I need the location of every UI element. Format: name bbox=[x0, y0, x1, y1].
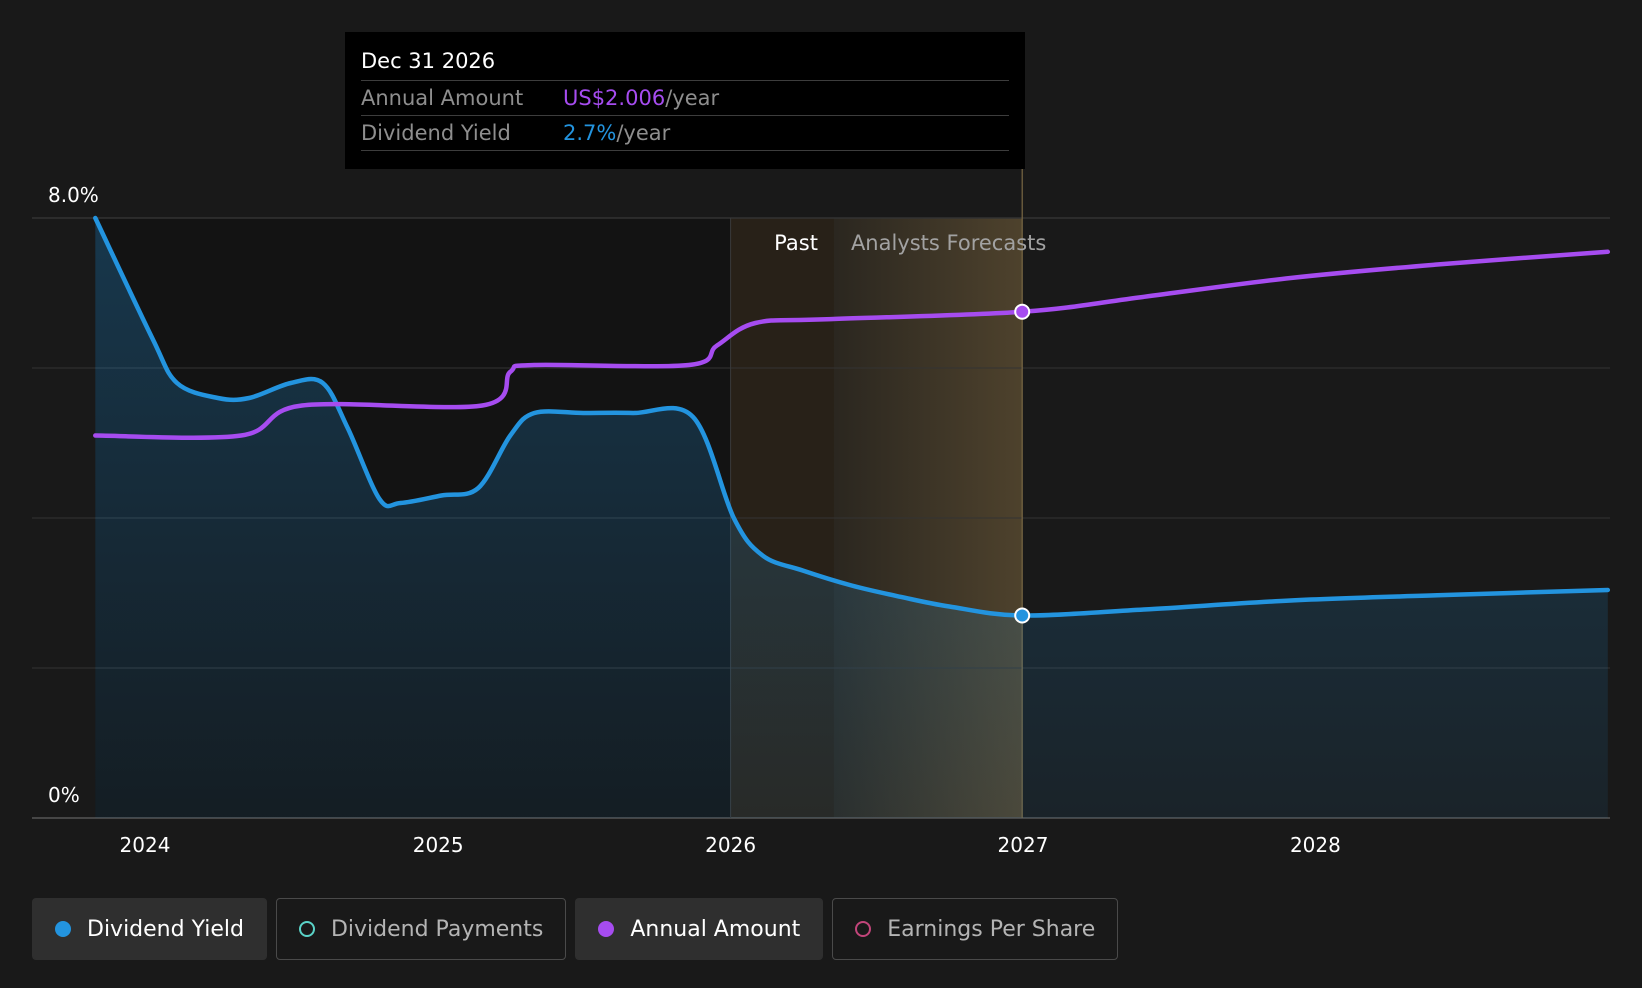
tooltip-date: Dec 31 2026 bbox=[361, 46, 1009, 81]
tooltip-label: Annual Amount bbox=[361, 86, 524, 110]
legend-earnings-per-share[interactable]: Earnings Per Share bbox=[832, 898, 1119, 960]
x-tick-label: 2024 bbox=[120, 833, 171, 857]
legend-label: Earnings Per Share bbox=[887, 916, 1096, 942]
tooltip-label: Dividend Yield bbox=[361, 121, 511, 145]
x-tick-label: 2028 bbox=[1290, 833, 1341, 857]
x-tick-label: 2025 bbox=[413, 833, 464, 857]
legend-annual-amount[interactable]: Annual Amount bbox=[575, 898, 824, 960]
x-tick-label: 2027 bbox=[998, 833, 1049, 857]
past-label: Past bbox=[774, 231, 818, 255]
tooltip-value: 2.7% bbox=[563, 121, 617, 145]
tooltip: Dec 31 2026 Annual Amount US$2.006 /year… bbox=[345, 32, 1025, 169]
legend-dividend-payments[interactable]: Dividend Payments bbox=[275, 898, 567, 960]
tooltip-row-dividend-yield: Dividend Yield 2.7% /year bbox=[361, 116, 1009, 151]
x-tick-label: 2026 bbox=[705, 833, 756, 857]
y-tick-label: 8.0% bbox=[48, 183, 99, 207]
tooltip-unit: /year bbox=[616, 121, 671, 145]
legend-label: Dividend Payments bbox=[330, 916, 544, 942]
legend-label: Annual Amount bbox=[630, 916, 801, 942]
y-tick-label: 0% bbox=[48, 783, 80, 807]
legend-dividend-yield[interactable]: Dividend Yield bbox=[32, 898, 267, 960]
tooltip-unit: /year bbox=[665, 86, 720, 110]
legend: Dividend Yield Dividend Payments Annual … bbox=[32, 898, 1119, 960]
legend-dot-icon bbox=[55, 921, 71, 937]
annual-amount-marker bbox=[1014, 303, 1031, 320]
forecast-label: Analysts Forecasts bbox=[851, 231, 1046, 255]
legend-label: Dividend Yield bbox=[87, 916, 244, 942]
dividend-yield-marker bbox=[1014, 607, 1031, 624]
tooltip-row-annual-amount: Annual Amount US$2.006 /year bbox=[361, 81, 1009, 116]
legend-dot-icon bbox=[598, 921, 615, 937]
tooltip-value: US$2.006 bbox=[563, 86, 666, 110]
legend-dot-icon bbox=[298, 921, 315, 937]
legend-dot-icon bbox=[855, 921, 872, 937]
